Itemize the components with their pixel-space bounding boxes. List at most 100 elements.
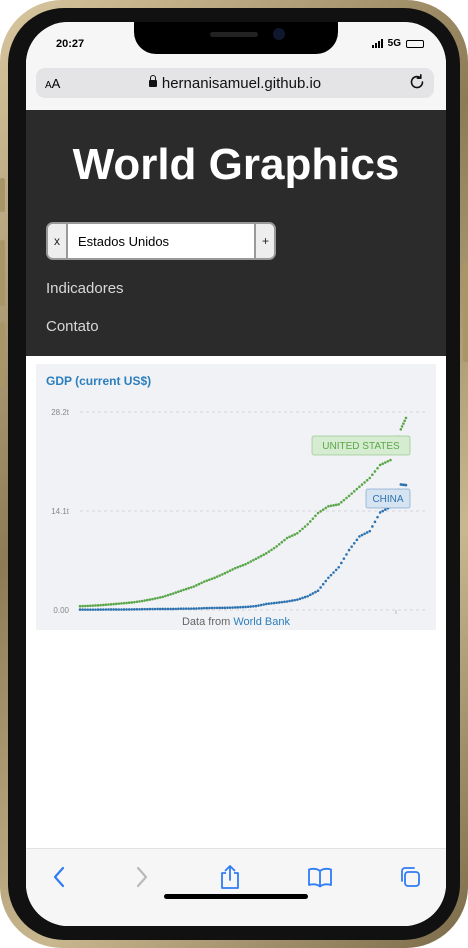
series-point — [277, 542, 281, 546]
series-point — [314, 590, 317, 594]
series-point — [347, 494, 351, 498]
series-point — [205, 606, 209, 610]
series-point — [122, 601, 126, 605]
series-point — [337, 565, 341, 569]
series-point — [296, 598, 299, 601]
forward-icon[interactable] — [128, 863, 156, 891]
url-display[interactable]: hernanisamuel.github.io — [36, 74, 434, 92]
series-point — [205, 579, 209, 582]
series-point — [270, 602, 273, 605]
series-point — [89, 604, 92, 608]
reload-icon[interactable] — [408, 73, 426, 91]
series-point — [213, 576, 216, 580]
mute-switch — [0, 178, 5, 212]
series-point — [145, 607, 149, 611]
series-point — [314, 514, 317, 518]
series-point — [402, 422, 405, 425]
series-point — [378, 463, 382, 467]
series-point — [404, 483, 408, 487]
remove-country-button[interactable]: x — [48, 224, 68, 258]
series-point — [86, 604, 90, 608]
series-point — [78, 604, 82, 608]
screen: 20:27 5G AA hernanisamuel.github.io Worl… — [26, 22, 446, 926]
series-point — [125, 608, 128, 611]
series-point — [86, 608, 90, 611]
series-point — [138, 607, 141, 611]
series-point — [140, 607, 144, 611]
series-point — [340, 500, 343, 504]
add-country-button[interactable]: + — [254, 224, 274, 258]
series-point — [177, 590, 180, 594]
series-point — [213, 606, 216, 610]
series-point — [233, 606, 237, 609]
home-indicator — [164, 894, 308, 899]
series-point — [171, 607, 175, 611]
series-point — [158, 596, 162, 599]
country-input[interactable] — [68, 224, 254, 258]
series-point — [324, 506, 328, 510]
back-icon[interactable] — [45, 863, 73, 891]
series-point — [130, 608, 134, 611]
series-point — [308, 593, 312, 597]
series-point — [166, 593, 170, 597]
series-point — [293, 533, 297, 536]
series-point — [334, 503, 338, 507]
series-point — [210, 577, 214, 581]
series-point — [288, 599, 291, 603]
bookmarks-icon[interactable] — [306, 863, 334, 891]
address-bar[interactable]: AA hernanisamuel.github.io — [36, 68, 434, 98]
site-header: World Graphics x + Indicadores Contato — [26, 110, 446, 356]
series-point — [133, 608, 136, 611]
nav-link-indicadores[interactable]: Indicadores — [46, 280, 124, 297]
series-point — [244, 605, 247, 609]
series-point — [174, 607, 178, 611]
browser-bottom-toolbar — [26, 848, 446, 926]
series-point — [376, 466, 379, 470]
series-point — [270, 548, 273, 552]
series-point — [283, 538, 286, 542]
series-point — [257, 604, 260, 607]
series-point — [308, 520, 312, 523]
series-point — [275, 545, 278, 548]
series-point — [148, 598, 152, 601]
source-prefix: Data from — [181, 616, 231, 628]
series-point — [290, 599, 294, 602]
share-icon[interactable] — [216, 863, 244, 891]
battery-icon — [406, 39, 424, 48]
series-point — [135, 607, 139, 611]
series-point — [184, 607, 188, 610]
world-bank-link[interactable]: World Bank — [233, 616, 290, 628]
series-point — [83, 608, 87, 611]
power-button — [463, 262, 468, 362]
series-point — [381, 462, 385, 466]
series-point — [298, 597, 302, 601]
series-point — [223, 606, 227, 610]
series-point — [215, 575, 219, 578]
series-point — [231, 606, 234, 609]
series-point — [164, 607, 167, 611]
series-point — [104, 608, 108, 611]
series-point — [107, 603, 110, 606]
site-title: World Graphics — [72, 140, 400, 189]
series-point — [378, 511, 382, 514]
series-point — [293, 598, 297, 602]
series-point — [182, 607, 185, 610]
series-point — [285, 536, 289, 540]
series-point — [376, 515, 379, 519]
series-point — [306, 594, 309, 598]
volume-down-button — [0, 322, 5, 388]
series-point — [259, 554, 263, 558]
series-point — [277, 601, 281, 604]
nav-link-contato[interactable]: Contato — [46, 318, 99, 335]
series-point — [236, 606, 240, 609]
series-point — [156, 607, 159, 611]
series-point — [231, 568, 234, 571]
series-point — [109, 608, 113, 611]
series-point — [96, 604, 100, 607]
series-point — [246, 561, 250, 565]
series-point — [135, 600, 139, 604]
tabs-icon[interactable] — [396, 863, 424, 891]
series-point — [334, 568, 338, 572]
series-point — [130, 601, 134, 604]
series-point — [301, 527, 304, 531]
